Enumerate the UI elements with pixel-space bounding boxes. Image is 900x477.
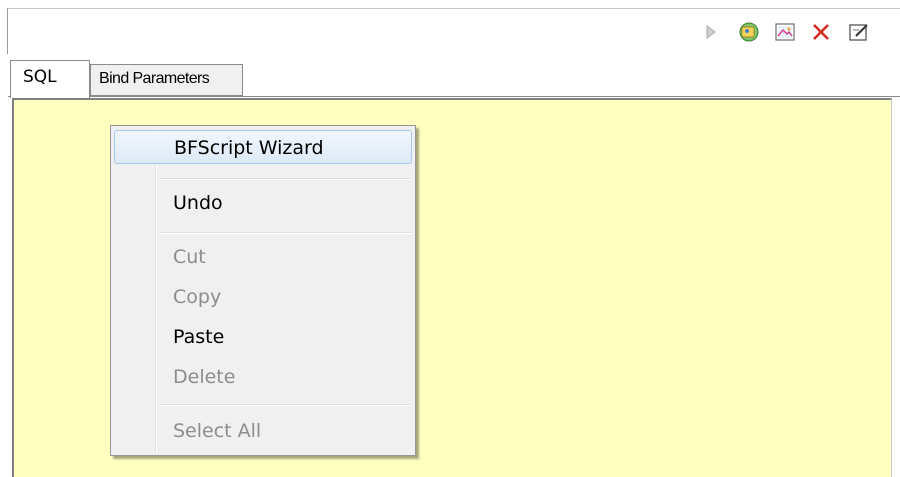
tab-bind-parameters[interactable]: Bind Parameters [90,64,243,96]
run-icon [706,25,716,39]
run-button[interactable] [698,19,724,45]
menu-separator [158,232,412,234]
menu-item-select-all[interactable]: Select All [114,414,412,448]
menu-item-label: Undo [173,192,223,214]
menu-item-delete[interactable]: Delete [114,360,412,394]
menu-item-cut[interactable]: Cut [114,240,412,274]
menu-item-label: Select All [173,420,262,442]
menu-item-label: Paste [173,326,225,348]
edit-icon [849,24,868,41]
menu-item-undo[interactable]: Undo [114,186,412,220]
context-menu: BFScript Wizard Undo Cut Copy Paste Dele… [110,125,416,456]
menu-item-copy[interactable]: Copy [114,280,412,314]
menu-item-label: Cut [173,246,206,268]
menu-item-label: Delete [173,366,236,388]
explain-plan-icon [739,22,759,42]
explain-plan-button[interactable] [736,19,762,45]
menu-item-bfscript-wizard[interactable]: BFScript Wizard [114,130,412,164]
menu-item-label: BFScript Wizard [174,137,324,159]
tab-sql[interactable]: SQL [10,60,90,98]
menu-item-label: Copy [173,286,222,308]
menu-separator [158,178,412,180]
tab-divider [8,96,900,97]
edit-button[interactable] [846,19,872,45]
toolbar [7,8,900,54]
close-button[interactable] [808,19,834,45]
menu-item-paste[interactable]: Paste [114,320,412,354]
menu-separator [158,404,412,406]
image-icon [775,23,795,41]
image-button[interactable] [772,19,798,45]
close-icon [813,24,829,40]
